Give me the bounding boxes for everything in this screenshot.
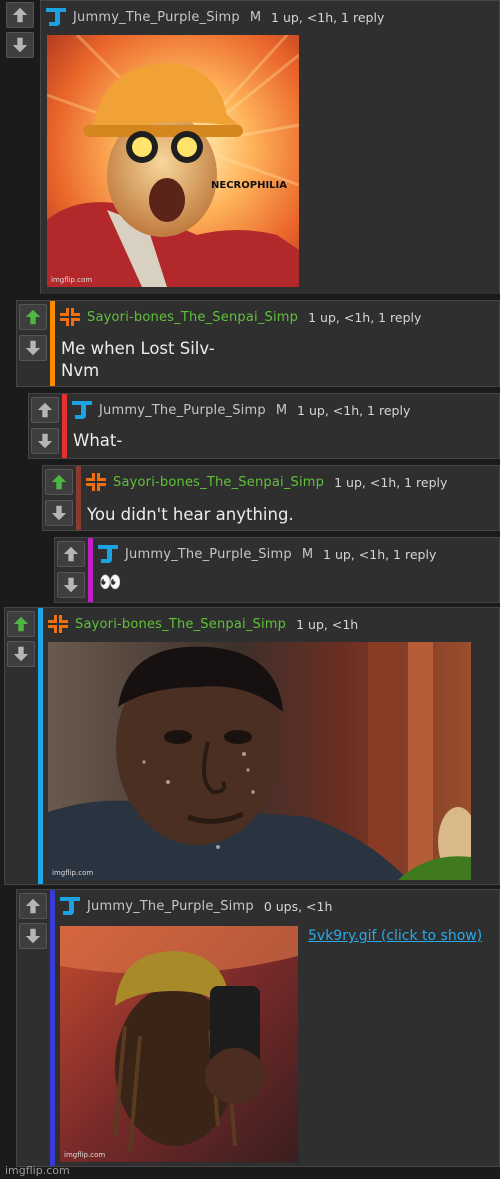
comment-text: 👀 bbox=[99, 572, 122, 593]
arrow-down-icon bbox=[12, 645, 30, 663]
arrow-up-icon bbox=[50, 473, 68, 491]
thread-rail bbox=[50, 890, 55, 1166]
comment-body: Jummy_The_Purple_Simp M 1 up, <1h, 1 rep… bbox=[40, 0, 500, 294]
comment-header: Jummy_The_Purple_Simp 0 ups, <1h bbox=[59, 896, 332, 916]
comment-header: Jummy_The_Purple_Simp M 1 up, <1h, 1 rep… bbox=[71, 400, 410, 420]
thread-rail bbox=[88, 538, 93, 602]
username[interactable]: Jummy_The_Purple_Simp bbox=[99, 403, 266, 418]
comment-text: Me when Lost Silv- Nvm bbox=[61, 338, 215, 382]
upvote-button[interactable] bbox=[45, 469, 73, 495]
downvote-button[interactable] bbox=[19, 335, 47, 361]
downvote-button[interactable] bbox=[6, 32, 34, 58]
thread-rail bbox=[76, 466, 81, 530]
comment-meta[interactable]: 1 up, <1h, 1 reply bbox=[334, 475, 447, 490]
comment-body: Sayori-bones_The_Senpai_Simp 1 up, <1h i… bbox=[45, 608, 499, 884]
username[interactable]: Sayori-bones_The_Senpai_Simp bbox=[113, 475, 324, 490]
comment-body: Jummy_The_Purple_Simp M 1 up, <1h, 1 rep… bbox=[71, 394, 499, 458]
comment-body: Jummy_The_Purple_Simp 0 ups, <1h imgflip… bbox=[57, 890, 499, 1166]
upvote-button[interactable] bbox=[19, 304, 47, 330]
j-badge-icon bbox=[71, 400, 93, 420]
comment-5: Jummy_The_Purple_Simp M 1 up, <1h, 1 rep… bbox=[54, 537, 500, 603]
site-watermark: imgflip.com bbox=[5, 1164, 70, 1177]
mod-badge: M bbox=[249, 9, 262, 25]
s-badge-icon bbox=[59, 307, 81, 327]
comment-7: Jummy_The_Purple_Simp 0 ups, <1h imgflip… bbox=[16, 889, 500, 1167]
upvote-button[interactable] bbox=[57, 541, 85, 567]
mod-badge: M bbox=[275, 402, 288, 418]
upvote-button[interactable] bbox=[6, 2, 34, 28]
sweating-man-image bbox=[48, 642, 471, 880]
username[interactable]: Sayori-bones_The_Senpai_Simp bbox=[87, 310, 298, 325]
comment-meta[interactable]: 0 ups, <1h bbox=[264, 899, 333, 914]
comment-header: Jummy_The_Purple_Simp M 1 up, <1h, 1 rep… bbox=[45, 7, 384, 27]
comment-text-line: Me when Lost Silv- bbox=[61, 339, 215, 358]
arrow-up-icon bbox=[36, 401, 54, 419]
j-badge-icon bbox=[97, 544, 119, 564]
arrow-down-icon bbox=[36, 432, 54, 450]
arrow-down-icon bbox=[62, 576, 80, 594]
comment-meta[interactable]: 1 up, <1h bbox=[296, 617, 358, 632]
upvote-button[interactable] bbox=[7, 611, 35, 637]
mod-badge: M bbox=[301, 546, 314, 562]
downvote-button[interactable] bbox=[45, 500, 73, 526]
downvote-button[interactable] bbox=[7, 641, 35, 667]
arrow-up-icon bbox=[62, 545, 80, 563]
thread-rail bbox=[50, 301, 55, 386]
arrow-down-icon bbox=[50, 504, 68, 522]
arrow-down-icon bbox=[11, 36, 29, 54]
comment-3: Jummy_The_Purple_Simp M 1 up, <1h, 1 rep… bbox=[28, 393, 500, 459]
gif-link[interactable]: 5vk9ry.gif (click to show) bbox=[308, 928, 482, 944]
arrow-up-icon bbox=[24, 897, 42, 915]
comment-header: Sayori-bones_The_Senpai_Simp 1 up, <1h, … bbox=[85, 472, 447, 492]
comment-4: Sayori-bones_The_Senpai_Simp 1 up, <1h, … bbox=[42, 465, 500, 531]
j-badge-icon bbox=[59, 896, 81, 916]
comment-6: Sayori-bones_The_Senpai_Simp 1 up, <1h i… bbox=[4, 607, 500, 885]
image-watermark: imgflip.com bbox=[51, 276, 93, 284]
username[interactable]: Sayori-bones_The_Senpai_Simp bbox=[75, 617, 286, 632]
username[interactable]: Jummy_The_Purple_Simp bbox=[87, 899, 254, 914]
s-badge-icon bbox=[85, 472, 107, 492]
arrow-down-icon bbox=[24, 927, 42, 945]
comment-meta[interactable]: 1 up, <1h, 1 reply bbox=[297, 403, 410, 418]
image-caption: NECROPHILIA bbox=[211, 180, 287, 191]
comment-2: Sayori-bones_The_Senpai_Simp 1 up, <1h, … bbox=[16, 300, 500, 387]
comment-body: Jummy_The_Purple_Simp M 1 up, <1h, 1 rep… bbox=[97, 538, 499, 602]
comment-text: You didn't hear anything. bbox=[87, 505, 294, 524]
comment-meta[interactable]: 1 up, <1h, 1 reply bbox=[271, 10, 384, 25]
j-badge-icon bbox=[45, 7, 67, 27]
comment-gif-image[interactable]: imgflip.com bbox=[60, 926, 298, 1162]
arrow-down-icon bbox=[24, 339, 42, 357]
username[interactable]: Jummy_The_Purple_Simp bbox=[73, 10, 240, 25]
comment-text: What- bbox=[73, 431, 123, 450]
comment-header: Sayori-bones_The_Senpai_Simp 1 up, <1h bbox=[47, 614, 358, 634]
thread-rail bbox=[62, 394, 67, 458]
comment-text-line: Nvm bbox=[61, 361, 100, 380]
comment-body: Sayori-bones_The_Senpai_Simp 1 up, <1h, … bbox=[85, 466, 499, 530]
downvote-button[interactable] bbox=[19, 923, 47, 949]
image-watermark: imgflip.com bbox=[52, 869, 94, 877]
upvote-button[interactable] bbox=[19, 893, 47, 919]
thread-rail bbox=[38, 608, 43, 884]
comment-header: Sayori-bones_The_Senpai_Simp 1 up, <1h, … bbox=[59, 307, 421, 327]
arrow-up-icon bbox=[11, 6, 29, 24]
downvote-button[interactable] bbox=[57, 572, 85, 598]
comment-meta[interactable]: 1 up, <1h, 1 reply bbox=[308, 310, 421, 325]
s-badge-icon bbox=[47, 614, 69, 634]
image-watermark: imgflip.com bbox=[64, 1151, 106, 1159]
upvote-button[interactable] bbox=[31, 397, 59, 423]
gif-preview-image bbox=[60, 926, 298, 1162]
comment-body: Sayori-bones_The_Senpai_Simp 1 up, <1h, … bbox=[59, 301, 499, 386]
engineer-image: NECROPHILIA bbox=[47, 35, 299, 287]
comment-meta[interactable]: 1 up, <1h, 1 reply bbox=[323, 547, 436, 562]
downvote-button[interactable] bbox=[31, 428, 59, 454]
comment-image[interactable]: imgflip.com bbox=[48, 642, 471, 880]
arrow-up-icon bbox=[12, 615, 30, 633]
username[interactable]: Jummy_The_Purple_Simp bbox=[125, 547, 292, 562]
comment-image[interactable]: NECROPHILIA imgflip.com bbox=[47, 35, 299, 287]
comment-header: Jummy_The_Purple_Simp M 1 up, <1h, 1 rep… bbox=[97, 544, 436, 564]
comment-1: Jummy_The_Purple_Simp M 1 up, <1h, 1 rep… bbox=[6, 0, 500, 294]
arrow-up-icon bbox=[24, 308, 42, 326]
